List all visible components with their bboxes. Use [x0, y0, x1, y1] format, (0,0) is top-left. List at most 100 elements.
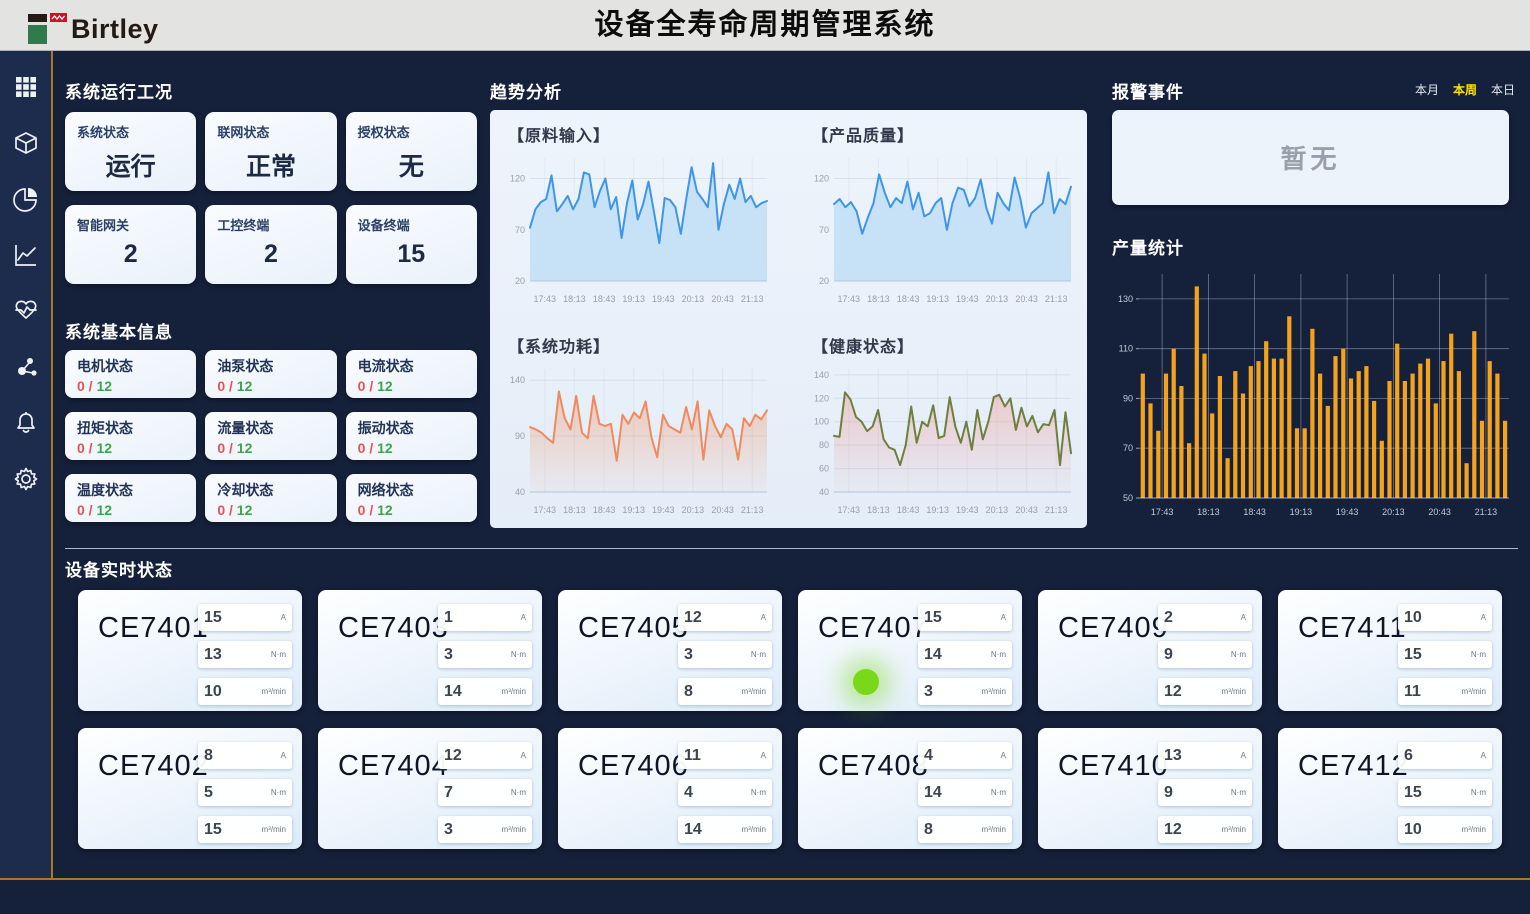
sidebar-item-apps[interactable] — [12, 73, 40, 101]
device-metric-value: 2 — [1164, 609, 1173, 627]
alarm-empty-text: 暂无 — [1280, 139, 1340, 176]
device-metric-row: 8m³/min — [678, 678, 772, 705]
svg-text:20:13: 20:13 — [682, 294, 705, 304]
status-card-value: 运行 — [77, 147, 184, 183]
device-metric-row: 3N·m — [438, 641, 532, 668]
device-metric-row: 14m³/min — [678, 816, 772, 843]
svg-text:18:43: 18:43 — [897, 505, 920, 515]
device-name: CE7406 — [578, 750, 689, 783]
device-card-ce7411[interactable]: CE741110A15N·m11m³/min — [1278, 590, 1502, 711]
device-metric-value: 4 — [684, 784, 693, 802]
device-card-ce7401[interactable]: CE740115A13N·m10m³/min — [78, 590, 302, 711]
device-card-ce7405[interactable]: CE740512A3N·m8m³/min — [558, 590, 782, 711]
device-metric-value: 6 — [1404, 747, 1413, 765]
device-metric-unit: A — [761, 613, 766, 622]
device-metric-unit: m³/min — [982, 825, 1006, 834]
svg-text:19:43: 19:43 — [956, 505, 979, 515]
device-card-ce7412[interactable]: CE74126A15N·m10m³/min — [1278, 728, 1502, 849]
alarm-empty-card: 暂无 — [1112, 110, 1509, 205]
info-card-label: 温度状态 — [77, 480, 184, 500]
svg-text:21:13: 21:13 — [1045, 294, 1068, 304]
device-metric-value: 13 — [204, 646, 222, 664]
device-metric-row: 9N·m — [1158, 779, 1252, 806]
sidebar-item-topology[interactable] — [12, 353, 40, 381]
device-metric-value: 8 — [924, 821, 933, 839]
status-card-1: 联网状态正常 — [205, 112, 336, 191]
device-card-ce7406[interactable]: CE740611A4N·m14m³/min — [558, 728, 782, 849]
svg-text:17:43: 17:43 — [534, 294, 557, 304]
svg-text:18:13: 18:13 — [867, 505, 890, 515]
info-card-value: 0 / 12 — [77, 502, 184, 518]
device-metric-row: 15A — [198, 604, 292, 631]
device-card-ce7403[interactable]: CE74031A3N·m14m³/min — [318, 590, 542, 711]
device-metric-unit: N·m — [511, 788, 526, 797]
line-chart-icon — [13, 242, 39, 268]
device-metric-row: 4 N·m — [678, 779, 772, 806]
header: Birtley 设备全寿命周期管理系统 — [0, 0, 1530, 51]
svg-text:50: 50 — [1123, 493, 1133, 503]
info-card-value: 0 / 12 — [217, 502, 324, 518]
device-metric-row: 15N·m — [1398, 641, 1492, 668]
raw-material-input-title: 【原料输入】 — [508, 122, 773, 146]
sidebar-item-analytics[interactable] — [12, 185, 40, 213]
device-card-ce7404[interactable]: CE740412A7N·m3m³/min — [318, 728, 542, 849]
svg-text:40: 40 — [515, 487, 525, 497]
info-card-value: 0 / 12 — [77, 440, 184, 456]
alarm-tab-1[interactable]: 本周 — [1453, 81, 1477, 98]
sidebar-item-settings[interactable] — [12, 465, 40, 493]
status-card-label: 授权状态 — [358, 122, 465, 141]
device-metric-unit: m³/min — [502, 687, 526, 696]
device-card-ce7408[interactable]: CE74084A14N·m8m³/min — [798, 728, 1022, 849]
svg-text:18:13: 18:13 — [1197, 507, 1220, 517]
device-name: CE7405 — [578, 612, 689, 645]
sidebar-item-model[interactable] — [12, 129, 40, 157]
svg-text:140: 140 — [510, 375, 525, 385]
device-card-ce7402[interactable]: CE74028A5N·m15m³/min — [78, 728, 302, 849]
device-metric-value: 3 — [684, 646, 693, 664]
alarm-tab-0[interactable]: 本月 — [1415, 81, 1439, 98]
status-card-4: 工控终端2 — [205, 205, 336, 284]
alarm-tab-2[interactable]: 本日 — [1491, 81, 1515, 98]
svg-text:19:13: 19:13 — [926, 294, 949, 304]
device-card-ce7409[interactable]: CE74092A9N·m12m³/min — [1038, 590, 1262, 711]
device-metric-value: 10 — [1404, 821, 1422, 839]
info-card-value: 0 / 12 — [358, 502, 465, 518]
svg-text:17:43: 17:43 — [1151, 507, 1174, 517]
device-card-ce7407[interactable]: CE740715A14N·m3m³/min — [798, 590, 1022, 711]
device-metric-value: 14 — [924, 646, 942, 664]
raw-material-input-chart: 120702017:4318:1318:4319:1319:4320:1320:… — [500, 146, 773, 311]
device-metric-value: 4 — [924, 747, 933, 765]
device-metric-value: 9 — [1164, 784, 1173, 802]
device-metric-value: 11 — [684, 747, 701, 765]
svg-text:17:43: 17:43 — [838, 505, 861, 515]
molecule-icon — [13, 354, 39, 380]
svg-text:20:13: 20:13 — [682, 505, 705, 515]
svg-text:19:43: 19:43 — [652, 294, 675, 304]
device-card-ce7410[interactable]: CE741013A9N·m12m³/min — [1038, 728, 1262, 849]
svg-text:20:13: 20:13 — [986, 505, 1009, 515]
info-card-value: 0 / 12 — [358, 378, 465, 394]
device-metric-value: 11 — [1404, 683, 1421, 701]
device-metric-value: 12 — [444, 747, 462, 765]
svg-text:19:13: 19:13 — [622, 294, 645, 304]
system-status-cards: 系统状态运行联网状态正常授权状态无智能网关2工控终端2设备终端15 — [65, 112, 477, 284]
svg-text:20:43: 20:43 — [1428, 507, 1451, 517]
svg-text:19:43: 19:43 — [1336, 507, 1359, 517]
production-output-chart: 13011090705017:4318:1318:4319:1319:4320:… — [1105, 256, 1515, 524]
device-metric-row: 14m³/min — [438, 678, 532, 705]
sidebar-item-alerts[interactable] — [12, 409, 40, 437]
system-power-panel: 【系统功耗】140904017:4318:1318:4319:1319:4320… — [500, 331, 773, 528]
device-metric-unit: N·m — [751, 788, 766, 797]
device-metric-row: 11m³/min — [1398, 678, 1492, 705]
status-card-value: 无 — [358, 147, 465, 183]
device-metric-row: 12 A — [678, 604, 772, 631]
sidebar-item-trend[interactable] — [12, 241, 40, 269]
device-metric-row: 6A — [1398, 742, 1492, 769]
device-metric-unit: A — [1481, 613, 1486, 622]
sidebar-item-health[interactable] — [12, 297, 40, 325]
device-name: CE7404 — [338, 750, 449, 783]
status-card-label: 智能网关 — [77, 215, 184, 234]
system-power-title: 【系统功耗】 — [508, 333, 773, 357]
info-card-value: 0 / 12 — [77, 378, 184, 394]
device-metric-value: 12 — [684, 609, 702, 627]
